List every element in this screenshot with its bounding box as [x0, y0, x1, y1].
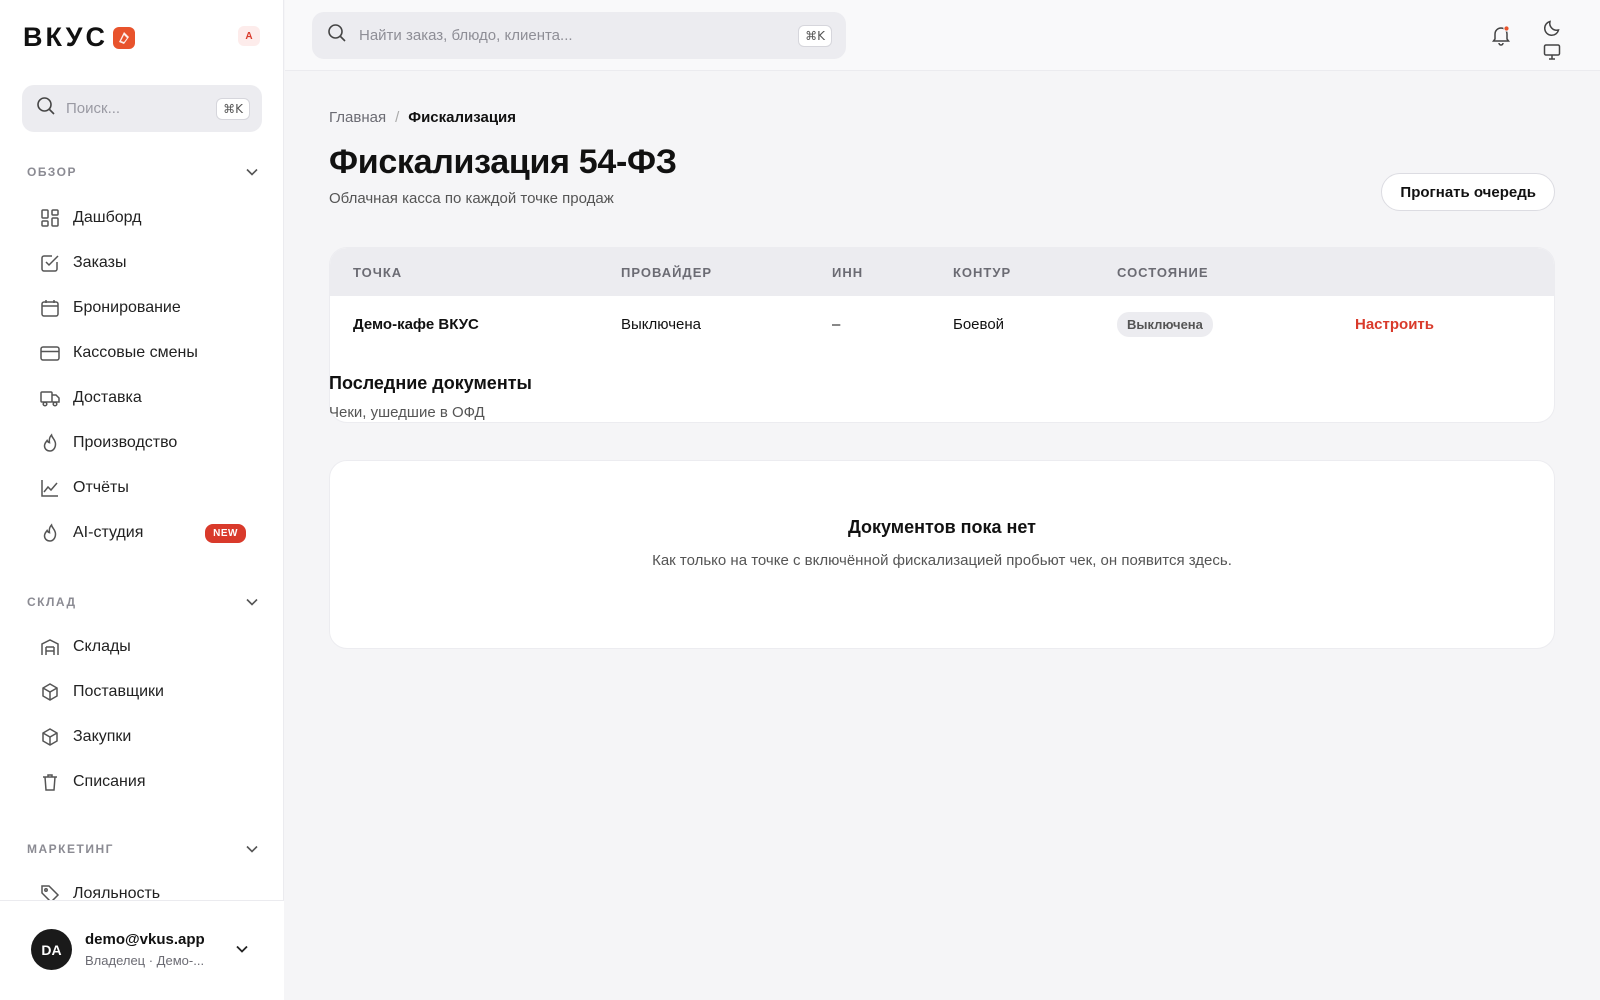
breadcrumb-current: Фискализация	[408, 109, 517, 126]
sidebar-item-label: Закупки	[73, 728, 132, 745]
box-icon	[42, 683, 58, 701]
cell-point: Демо-кафе ВКУС	[353, 316, 479, 333]
configure-link[interactable]: Настроить	[1355, 316, 1434, 333]
sidebar-item-label: AI-студия	[73, 524, 144, 541]
column-header: КОНТУР	[953, 264, 1012, 280]
orders-icon	[41, 255, 59, 272]
system-theme-monitor-icon[interactable]	[1543, 43, 1561, 66]
sidebar-item-label: Доставка	[73, 389, 142, 406]
page-subtitle: Облачная касса по каждой точке продаж	[329, 190, 614, 207]
empty-state-title: Документов пока нет	[847, 517, 1036, 537]
language-badge[interactable]: A	[238, 26, 260, 46]
sidebar-item-purchases[interactable]: Закупки	[40, 719, 246, 755]
sidebar-item-label: Бронирование	[73, 299, 181, 316]
breadcrumb-home[interactable]: Главная	[329, 109, 386, 126]
user-menu[interactable]: DA demo@vkus.app Владелец · Демо-...	[0, 900, 284, 1000]
brand[interactable]: ВКУС	[23, 22, 136, 53]
section-warehouse-toggle[interactable]: СКЛАД	[27, 595, 259, 609]
sidebar-item-reports[interactable]: Отчёты	[40, 470, 246, 506]
new-badge: NEW	[205, 523, 246, 543]
sidebar-item-suppliers[interactable]: Поставщики	[40, 674, 246, 710]
chart-icon	[41, 480, 58, 497]
sidebar-search[interactable]: Поиск... ⌘K	[22, 85, 262, 132]
shortcut-hint: ⌘K	[216, 97, 250, 120]
section-title: ОБЗОР	[27, 165, 77, 179]
docs-section-subtitle: Чеки, ушедшие в ОФД	[329, 404, 485, 421]
section-overview-toggle[interactable]: ОБЗОР	[27, 165, 259, 179]
avatar: DA	[31, 929, 72, 970]
dark-mode-moon-icon[interactable]	[1543, 19, 1561, 42]
column-header: ТОЧКА	[353, 264, 403, 280]
shortcut-hint: ⌘K	[798, 24, 832, 47]
trash-icon	[43, 774, 57, 791]
sidebar-item-cash-shifts[interactable]: Кассовые смены	[40, 335, 246, 371]
notifications-bell-icon[interactable]	[1490, 24, 1512, 51]
brand-name: ВКУС	[23, 22, 108, 52]
dashboard-icon	[41, 209, 59, 227]
brand-logo-icon	[112, 26, 136, 50]
sidebar-item-orders[interactable]: Заказы	[40, 245, 246, 281]
sidebar-item-label: Поставщики	[73, 683, 164, 700]
search-icon	[327, 23, 347, 48]
fiscal-points-table: ТОЧКА ПРОВАЙДЕР ИНН КОНТУР СОСТОЯНИЕ Дем…	[329, 247, 1555, 423]
breadcrumb-separator: /	[395, 109, 400, 126]
sidebar-item-label: Заказы	[73, 254, 127, 271]
tag-icon	[41, 885, 60, 900]
user-email: demo@vkus.app	[85, 931, 205, 948]
sidebar-item-label: Дашборд	[73, 209, 142, 226]
card-icon	[40, 346, 60, 361]
docs-empty-state: Документов пока нет Как только на точке …	[329, 460, 1555, 649]
search-icon	[36, 96, 56, 121]
table-header: ТОЧКА ПРОВАЙДЕР ИНН КОНТУР СОСТОЯНИЕ	[330, 248, 1554, 296]
sidebar-item-label: Лояльность	[73, 885, 161, 900]
chevron-down-icon	[246, 598, 258, 606]
global-search[interactable]: Найти заказ, блюдо, клиента... ⌘K	[312, 12, 846, 59]
sidebar-item-label: Производство	[73, 434, 178, 451]
sidebar-item-warehouses[interactable]: Склады	[40, 629, 246, 665]
warehouse-icon	[41, 639, 59, 655]
table-row: Демо-кафе ВКУС Выключена – Боевой Выключ…	[330, 296, 1554, 353]
sidebar-item-production[interactable]: Производство	[40, 425, 246, 461]
sidebar-nav[interactable]: ОБЗОР Дашборд Заказы Бронирование Кассов…	[0, 150, 284, 900]
page-title: Фискализация 54-ФЗ	[329, 143, 677, 181]
chevron-down-icon	[246, 168, 258, 176]
sidebar-item-ai-studio[interactable]: AI-студия NEW	[40, 515, 246, 551]
sidebar-item-label: Склады	[73, 638, 131, 655]
column-header: ИНН	[832, 264, 864, 280]
calendar-icon	[41, 300, 59, 317]
truck-icon	[40, 391, 60, 407]
section-title: МАРКЕТИНГ	[27, 842, 114, 856]
chevron-down-icon[interactable]	[234, 941, 250, 957]
cell-contour: Боевой	[953, 316, 1005, 333]
topbar: Найти заказ, блюдо, клиента... ⌘K	[285, 0, 1600, 71]
docs-section-title: Последние документы	[329, 373, 532, 393]
breadcrumb: Главная / Фискализация	[329, 109, 516, 126]
sidebar-item-label: Кассовые смены	[73, 344, 198, 361]
cell-provider: Выключена	[621, 316, 701, 333]
column-header: ПРОВАЙДЕР	[621, 264, 713, 280]
sidebar-item-booking[interactable]: Бронирование	[40, 290, 246, 326]
sidebar-item-delivery[interactable]: Доставка	[40, 380, 246, 416]
sidebar-item-label: Отчёты	[73, 479, 129, 496]
sidebar-item-label: Списания	[73, 773, 146, 790]
sidebar-item-write-offs[interactable]: Списания	[40, 764, 246, 800]
section-marketing-toggle[interactable]: МАРКЕТИНГ	[27, 842, 259, 856]
sidebar-item-dashboard[interactable]: Дашборд	[40, 200, 246, 236]
box-icon	[42, 728, 58, 746]
flame-icon	[43, 433, 57, 452]
sidebar-item-loyalty[interactable]: Лояльность	[40, 876, 246, 900]
chevron-down-icon	[246, 845, 258, 853]
sidebar: ВКУС A Поиск... ⌘K ОБЗОР Дашборд Заказы …	[0, 0, 284, 1000]
section-title: СКЛАД	[27, 595, 77, 609]
column-header: СОСТОЯНИЕ	[1117, 264, 1209, 280]
flame-icon	[43, 523, 57, 542]
cell-inn: –	[832, 316, 841, 333]
user-role: Владелец · Демо-...	[85, 953, 205, 968]
global-search-input[interactable]: Найти заказ, блюдо, клиента...	[359, 27, 798, 44]
empty-state-text: Как только на точке с включённой фискали…	[652, 552, 1232, 569]
run-queue-button[interactable]: Прогнать очередь	[1381, 173, 1555, 211]
sidebar-search-input[interactable]: Поиск...	[66, 100, 216, 117]
status-badge: Выключена	[1117, 312, 1213, 337]
